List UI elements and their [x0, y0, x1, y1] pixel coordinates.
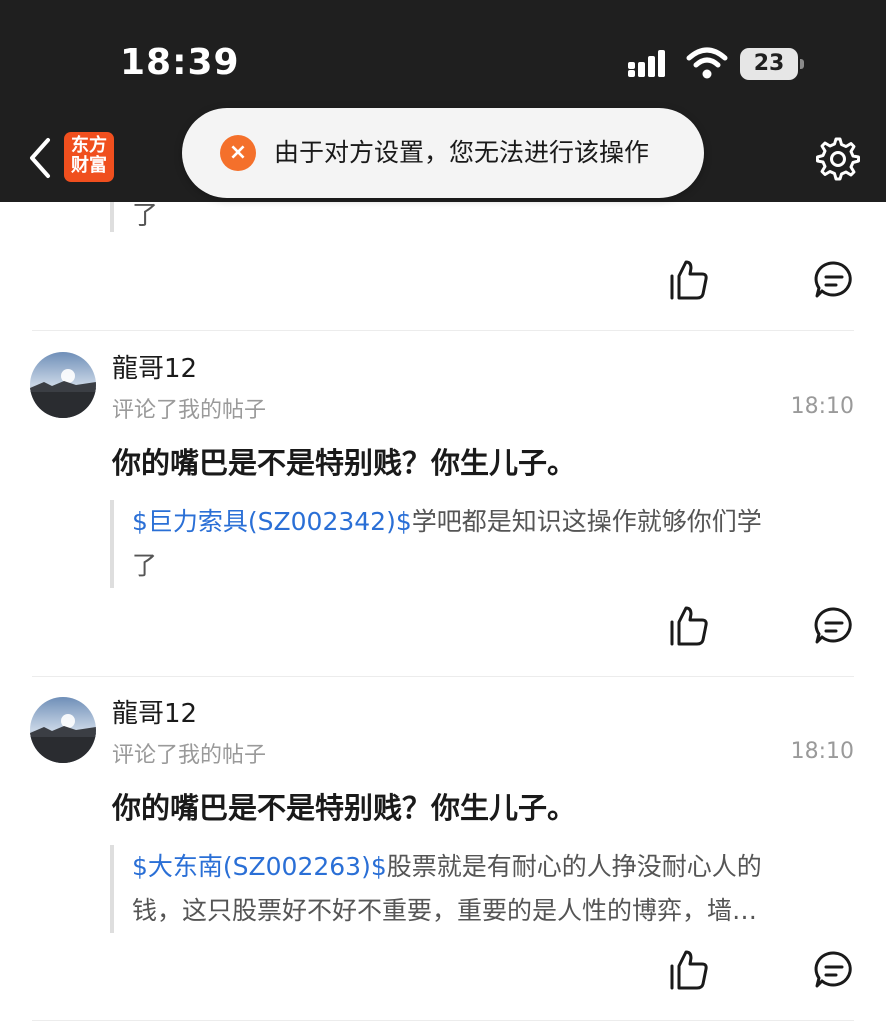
timestamp: 18:10 — [790, 394, 854, 419]
comment-icon[interactable] — [812, 258, 856, 302]
comment-text[interactable]: 你的嘴巴是不是特别贱？你生儿子。 — [112, 440, 576, 482]
stock-link[interactable]: $巨力索具(SZ002342)$ — [132, 507, 412, 536]
quoted-post[interactable]: $大东南(SZ002263)$股票就是有耐心的人挣没耐心人的 钱，这只股票好不好… — [110, 845, 840, 933]
logo-line2: 财富 — [71, 155, 107, 176]
quote-text: 股票就是有耐心的人挣没耐心人的 — [386, 852, 762, 881]
quoted-post[interactable]: $巨力索具(SZ002342)$学吧都是知识这操作就够你们学 了 — [110, 500, 840, 588]
username[interactable]: 龍哥12 — [112, 693, 197, 730]
divider — [32, 1020, 854, 1021]
top-bar: 18:39 23 东方 财富 × 由于对方设置，您无法进行该操作 — [0, 0, 886, 202]
username[interactable]: 龍哥12 — [112, 348, 197, 385]
wifi-icon — [686, 47, 728, 79]
quote-line-2: 钱，这只股票好不好不重要，重要的是人性的博弈，墙… — [132, 896, 758, 925]
comment-text[interactable]: 你的嘴巴是不是特别贱？你生儿子。 — [112, 785, 576, 827]
avatar[interactable] — [30, 352, 96, 418]
toast-message: 由于对方设置，您无法进行该操作 — [274, 138, 650, 167]
list-item[interactable]: 龍哥12 评论了我的帖子 18:10 你的嘴巴是不是特别贱？你生儿子。 $大东南… — [0, 677, 886, 977]
action-row — [0, 604, 886, 654]
avatar[interactable] — [30, 697, 96, 763]
comment-icon[interactable] — [812, 604, 856, 648]
quote-line-1: $大东南(SZ002263)$股票就是有耐心的人挣没耐心人的 — [132, 845, 840, 889]
list-item[interactable]: 龍哥12 评论了我的帖子 18:10 你的嘴巴是不是特别贱？你生儿子。 $巨力索… — [0, 332, 886, 632]
battery-level: 23 — [753, 51, 785, 76]
comment-icon[interactable] — [812, 948, 856, 992]
thumbs-up-icon[interactable] — [666, 948, 710, 992]
app-logo: 东方 财富 — [64, 132, 114, 182]
action-row — [0, 258, 886, 308]
quote-text: 学吧都是知识这操作就够你们学 — [411, 507, 762, 536]
thumbs-up-icon[interactable] — [666, 604, 710, 648]
activity-label: 评论了我的帖子 — [112, 398, 267, 423]
quote-line-1: $巨力索具(SZ002342)$学吧都是知识这操作就够你们学 — [132, 500, 840, 544]
cellular-signal-icon — [628, 50, 665, 77]
chevron-left-icon[interactable] — [22, 134, 62, 182]
stock-link[interactable]: $大东南(SZ002263)$ — [132, 852, 387, 881]
battery-tip — [800, 59, 804, 69]
error-toast: × 由于对方设置，您无法进行该操作 — [182, 108, 704, 198]
gear-icon[interactable] — [814, 135, 862, 183]
thumbs-up-icon[interactable] — [666, 258, 710, 302]
activity-label: 评论了我的帖子 — [112, 743, 267, 768]
logo-line1: 东方 — [71, 135, 107, 156]
notification-feed[interactable]: 了 龍哥12 评论了我的帖子 18:10 你的嘴巴是不是特别贱？你生儿子。 $巨… — [0, 202, 886, 1024]
battery-indicator: 23 — [740, 48, 804, 80]
quote-line-2: 了 — [132, 551, 158, 580]
error-icon: × — [220, 135, 256, 171]
status-time: 18:39 — [120, 42, 240, 83]
action-row — [0, 948, 886, 998]
divider — [32, 330, 854, 331]
quoted-post-tail[interactable]: 了 — [110, 202, 158, 232]
timestamp: 18:10 — [790, 739, 854, 764]
